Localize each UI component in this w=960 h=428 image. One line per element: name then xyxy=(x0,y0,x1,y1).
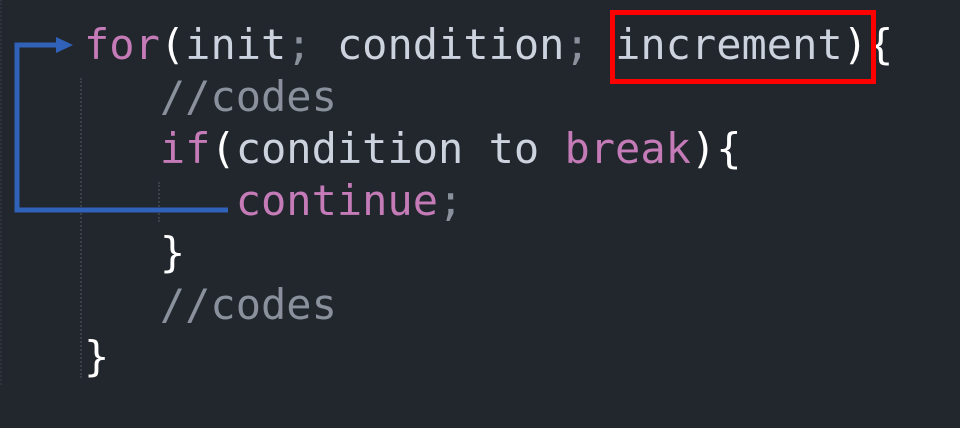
brace: { xyxy=(716,124,742,173)
keyword-break: break xyxy=(564,124,691,173)
semicolon: ; xyxy=(286,20,312,69)
code-line-comment: //codes xyxy=(84,280,337,329)
continue-flow-arrow-icon xyxy=(14,37,228,213)
condition-text: condition xyxy=(311,20,565,69)
paren: ) xyxy=(690,124,717,173)
code-line-close-for: } xyxy=(84,332,110,381)
semicolon: ; xyxy=(438,176,464,225)
increment-highlight-box xyxy=(610,10,876,84)
condition-text: condition to xyxy=(235,124,565,173)
keyword-continue: continue xyxy=(235,176,439,225)
code-line-close-if: } xyxy=(84,228,186,277)
semicolon: ; xyxy=(564,20,590,69)
